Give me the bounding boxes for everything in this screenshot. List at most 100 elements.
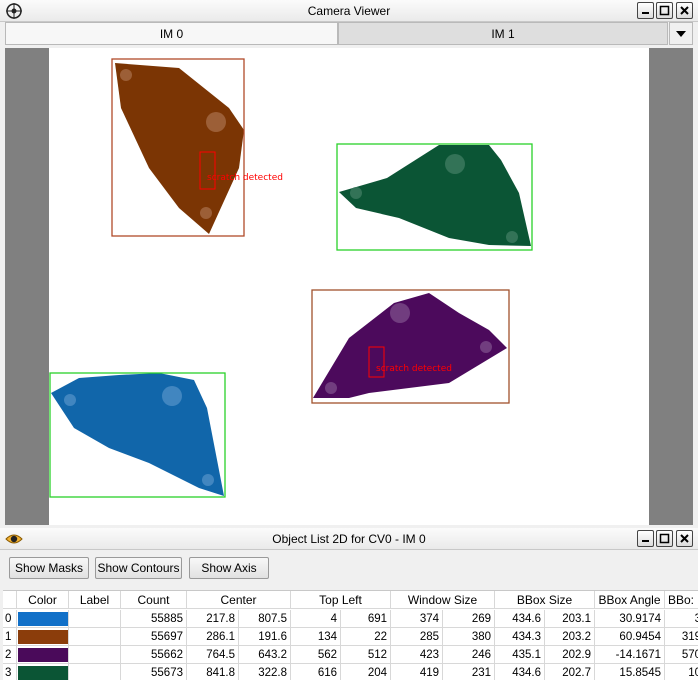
close-icon	[680, 534, 689, 543]
minimize-icon	[642, 540, 649, 542]
count-cell[interactable]: 55697	[121, 628, 187, 646]
minimize-button[interactable]	[637, 2, 654, 19]
tab-list-button[interactable]	[669, 22, 693, 45]
top-left-y-cell[interactable]: 204	[341, 664, 391, 680]
label-cell[interactable]	[69, 610, 121, 628]
window-width-cell[interactable]: 423	[391, 646, 443, 664]
center-x-cell[interactable]: 217.8	[187, 610, 239, 628]
bbox-angle-cell[interactable]: -14.1671	[595, 646, 665, 664]
top-left-x-cell[interactable]: 134	[291, 628, 341, 646]
bbox-width-cell[interactable]: 434.6	[495, 610, 545, 628]
window-height-cell[interactable]: 269	[443, 610, 495, 628]
bbox-width-cell[interactable]: 434.3	[495, 628, 545, 646]
show-contours-button[interactable]: Show Contours	[95, 557, 182, 579]
show-masks-button[interactable]: Show Masks	[9, 557, 89, 579]
bbox-height-cell[interactable]: 203.1	[545, 610, 595, 628]
center-y-cell[interactable]: 643.2	[239, 646, 291, 664]
image-viewer[interactable]: scratch detected scratch detected	[5, 48, 693, 525]
top-left-y-cell[interactable]: 512	[341, 646, 391, 664]
label-cell[interactable]	[69, 628, 121, 646]
column-header-label[interactable]: Label	[69, 591, 121, 609]
panel-close-button[interactable]	[676, 530, 693, 547]
center-x-cell[interactable]: 841.8	[187, 664, 239, 680]
bbox-extra-cell[interactable]: 3	[665, 610, 698, 628]
window-height-cell[interactable]: 380	[443, 628, 495, 646]
top-left-x-cell[interactable]: 562	[291, 646, 341, 664]
window-width-cell[interactable]: 285	[391, 628, 443, 646]
camera-image: scratch detected scratch detected	[49, 58, 533, 498]
panel-minimize-button[interactable]	[637, 530, 654, 547]
object-brown-hole	[206, 112, 226, 132]
bbox-width-cell[interactable]: 435.1	[495, 646, 545, 664]
object-table[interactable]: Color Label Count Center Top Left Window…	[3, 590, 698, 680]
column-header-color[interactable]: Color	[17, 591, 69, 609]
count-cell[interactable]: 55885	[121, 610, 187, 628]
count-cell[interactable]: 55673	[121, 664, 187, 680]
row-index[interactable]: 0	[3, 610, 17, 628]
color-swatch	[18, 666, 68, 680]
image-tabs: IM 0 IM 1	[5, 22, 693, 46]
window-width-cell[interactable]: 419	[391, 664, 443, 680]
color-swatch-cell[interactable]	[17, 646, 69, 664]
top-left-x-cell[interactable]: 4	[291, 610, 341, 628]
center-y-cell[interactable]: 322.8	[239, 664, 291, 680]
bbox-extra-cell[interactable]: 570	[665, 646, 698, 664]
top-left-y-cell[interactable]: 691	[341, 610, 391, 628]
top-left-y-cell[interactable]: 22	[341, 628, 391, 646]
row-index[interactable]: 1	[3, 628, 17, 646]
center-x-cell[interactable]: 764.5	[187, 646, 239, 664]
image-canvas[interactable]: scratch detected scratch detected	[49, 48, 649, 525]
top-left-x-cell[interactable]: 616	[291, 664, 341, 680]
scratch-label-purple: scratch detected	[376, 364, 452, 374]
tab-im-1[interactable]: IM 1	[338, 22, 668, 45]
bbox-angle-cell[interactable]: 15.8545	[595, 664, 665, 680]
color-swatch-cell[interactable]	[17, 610, 69, 628]
object-purple-hole	[390, 303, 410, 323]
object-brown	[115, 63, 244, 234]
window-height-cell[interactable]: 246	[443, 646, 495, 664]
label-cell[interactable]	[69, 646, 121, 664]
show-axis-button[interactable]: Show Axis	[189, 557, 269, 579]
column-header-center[interactable]: Center	[187, 591, 291, 609]
object-blue-hole	[202, 474, 214, 486]
column-header-bbox-angle[interactable]: BBox Angle	[595, 591, 665, 609]
close-button[interactable]	[676, 2, 693, 19]
bbox-angle-cell[interactable]: 60.9454	[595, 628, 665, 646]
count-cell[interactable]: 55662	[121, 646, 187, 664]
panel-maximize-button[interactable]	[656, 530, 673, 547]
bbox-height-cell[interactable]: 202.9	[545, 646, 595, 664]
object-blue-hole	[162, 386, 182, 406]
column-header-bbox-size[interactable]: BBox Size	[495, 591, 595, 609]
color-swatch-cell[interactable]	[17, 628, 69, 646]
window-height-cell[interactable]: 231	[443, 664, 495, 680]
center-y-cell[interactable]: 191.6	[239, 628, 291, 646]
center-y-cell[interactable]: 807.5	[239, 610, 291, 628]
label-cell[interactable]	[69, 664, 121, 680]
bbox-angle-cell[interactable]: 30.9174	[595, 610, 665, 628]
object-green-hole	[445, 154, 465, 174]
column-header-bbox-extra[interactable]: BBo:	[665, 591, 698, 609]
color-swatch-cell[interactable]	[17, 664, 69, 680]
object-purple-hole	[480, 341, 492, 353]
object-green-hole	[350, 187, 362, 199]
window-width-cell[interactable]: 374	[391, 610, 443, 628]
bbox-height-cell[interactable]: 202.7	[545, 664, 595, 680]
object-brown-hole	[200, 207, 212, 219]
bbox-height-cell[interactable]: 203.2	[545, 628, 595, 646]
dropdown-arrow-icon	[676, 31, 686, 37]
column-header-top-left[interactable]: Top Left	[291, 591, 391, 609]
object-purple-hole	[325, 382, 337, 394]
column-header-window-size[interactable]: Window Size	[391, 591, 495, 609]
maximize-button[interactable]	[656, 2, 673, 19]
row-index[interactable]: 2	[3, 646, 17, 664]
tab-im-0[interactable]: IM 0	[5, 22, 338, 45]
bbox-extra-cell[interactable]: 10	[665, 664, 698, 680]
bbox-width-cell[interactable]: 434.6	[495, 664, 545, 680]
camera-viewer-titlebar: Camera Viewer	[0, 0, 698, 22]
row-index[interactable]: 3	[3, 664, 17, 680]
center-x-cell[interactable]: 286.1	[187, 628, 239, 646]
object-green-hole	[506, 231, 518, 243]
bbox-extra-cell[interactable]: 319	[665, 628, 698, 646]
column-header-count[interactable]: Count	[121, 591, 187, 609]
row-index-header	[3, 591, 17, 609]
